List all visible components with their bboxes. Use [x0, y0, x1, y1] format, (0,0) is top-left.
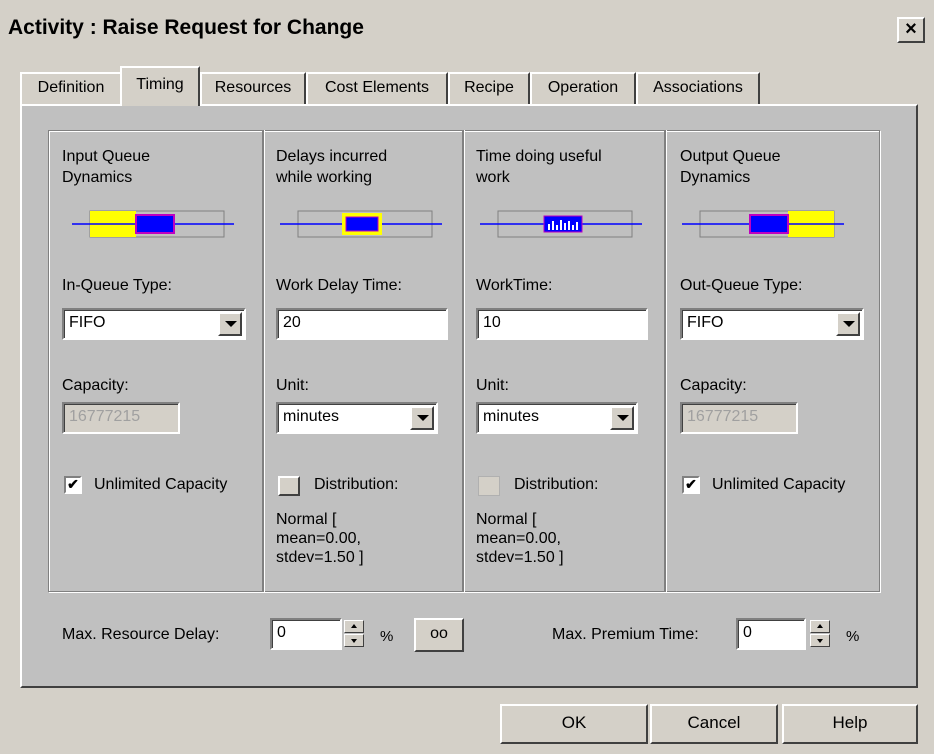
- max-resource-delay-input[interactable]: 0: [270, 618, 342, 650]
- out-unlimited-capacity-checkbox[interactable]: ✔: [682, 476, 700, 494]
- chevron-down-icon[interactable]: [410, 406, 434, 430]
- spin-up-icon[interactable]: [344, 620, 364, 633]
- work-unit-label: Unit:: [476, 377, 509, 394]
- worktime-label: WorkTime:: [476, 277, 553, 294]
- spin-down-icon[interactable]: [344, 634, 364, 647]
- spin-up-icon[interactable]: [810, 620, 830, 633]
- in-queue-type-value: FIFO: [69, 314, 106, 331]
- max-resource-delay-label: Max. Resource Delay:: [62, 626, 220, 643]
- activity-block: [345, 216, 379, 232]
- work-heading: Time doing useful work: [476, 148, 602, 186]
- help-button[interactable]: Help: [782, 704, 918, 744]
- out-unlimited-capacity-label: Unlimited Capacity: [712, 476, 846, 493]
- activity-block: [135, 214, 175, 234]
- delay-unit-value: minutes: [283, 408, 340, 425]
- percent-label: %: [846, 628, 860, 645]
- max-premium-time-label: Max. Premium Time:: [552, 626, 699, 643]
- input-queue-section: Input Queue Dynamics In-Queue Type: FIFO…: [48, 130, 248, 592]
- chevron-down-icon[interactable]: [218, 312, 242, 336]
- max-premium-time-input[interactable]: 0: [736, 618, 806, 650]
- in-queue-type-select[interactable]: FIFO: [62, 308, 246, 340]
- work-distribution-label: Distribution:: [514, 476, 599, 493]
- tab-operation[interactable]: Operation: [530, 72, 636, 104]
- ok-button[interactable]: OK: [500, 704, 648, 744]
- window-title: Activity : Raise Request for Change: [8, 16, 364, 39]
- spin-down-icon[interactable]: [810, 634, 830, 647]
- output-queue-section: Output Queue Dynamics Out-Queue Type: FI…: [666, 130, 880, 592]
- work-bar: [568, 221, 570, 230]
- work-bar: [572, 225, 574, 230]
- max-premium-time-spinner[interactable]: [810, 620, 834, 648]
- unlimited-capacity-checkbox[interactable]: ✔: [64, 476, 82, 494]
- delay-distribution-label: Distribution:: [314, 476, 399, 493]
- activity-block: [749, 214, 789, 234]
- percent-label: %: [380, 628, 394, 645]
- work-bar: [556, 225, 558, 230]
- out-queue-type-label: Out-Queue Type:: [680, 277, 803, 294]
- tab-definition[interactable]: Definition: [20, 72, 122, 104]
- tab-associations[interactable]: Associations: [636, 72, 760, 104]
- delay-unit-select[interactable]: minutes: [276, 402, 438, 434]
- out-queue-type-select[interactable]: FIFO: [680, 308, 864, 340]
- work-bar: [564, 223, 566, 230]
- tab-cost-elements[interactable]: Cost Elements: [306, 72, 448, 104]
- max-resource-delay-spinner[interactable]: [344, 620, 368, 648]
- work-unit-select[interactable]: minutes: [476, 402, 638, 434]
- worktime-input[interactable]: 10: [476, 308, 648, 340]
- work-section: Time doing useful work WorkTime: 10 Unit…: [464, 130, 664, 592]
- work-bar: [552, 221, 554, 230]
- tab-recipe[interactable]: Recipe: [448, 72, 530, 104]
- in-queue-type-label: In-Queue Type:: [62, 277, 172, 294]
- work-bar: [576, 222, 578, 230]
- unlimited-capacity-label: Unlimited Capacity: [94, 476, 228, 493]
- infinity-button[interactable]: oo: [414, 618, 464, 652]
- tab-timing[interactable]: Timing: [120, 66, 200, 106]
- delays-diagram: [280, 210, 442, 238]
- work-delay-time-label: Work Delay Time:: [276, 277, 402, 294]
- work-bar: [548, 224, 550, 230]
- tab-resources[interactable]: Resources: [200, 72, 306, 104]
- delays-heading: Delays incurred while working: [276, 148, 388, 186]
- out-queue-type-value: FIFO: [687, 314, 724, 331]
- work-delay-time-input[interactable]: 20: [276, 308, 448, 340]
- capacity-label: Capacity:: [62, 377, 129, 394]
- work-distribution-text: Normal [ mean=0.00, stdev=1.50 ]: [476, 511, 564, 566]
- delays-section: Delays incurred while working Work Delay…: [264, 130, 464, 592]
- input-queue-heading: Input Queue Dynamics: [62, 148, 151, 186]
- delay-distribution-text: Normal [ mean=0.00, stdev=1.50 ]: [276, 511, 364, 566]
- output-queue-heading: Output Queue Dynamics: [680, 148, 781, 186]
- cancel-button[interactable]: Cancel: [650, 704, 778, 744]
- title-bar: Activity : Raise Request for Change ×: [0, 0, 934, 58]
- work-distribution-checkbox[interactable]: [478, 476, 500, 496]
- out-capacity-label: Capacity:: [680, 377, 747, 394]
- output-queue-diagram: [682, 210, 844, 238]
- out-capacity-field[interactable]: 16777215: [680, 402, 798, 434]
- chevron-down-icon[interactable]: [836, 312, 860, 336]
- work-diagram: [480, 210, 642, 238]
- close-button[interactable]: ×: [897, 17, 925, 43]
- input-queue-diagram: [72, 210, 234, 238]
- capacity-field[interactable]: 16777215: [62, 402, 180, 434]
- delay-unit-label: Unit:: [276, 377, 309, 394]
- work-bar: [560, 220, 562, 230]
- chevron-down-icon[interactable]: [610, 406, 634, 430]
- delay-distribution-checkbox[interactable]: [278, 476, 300, 496]
- work-unit-value: minutes: [483, 408, 540, 425]
